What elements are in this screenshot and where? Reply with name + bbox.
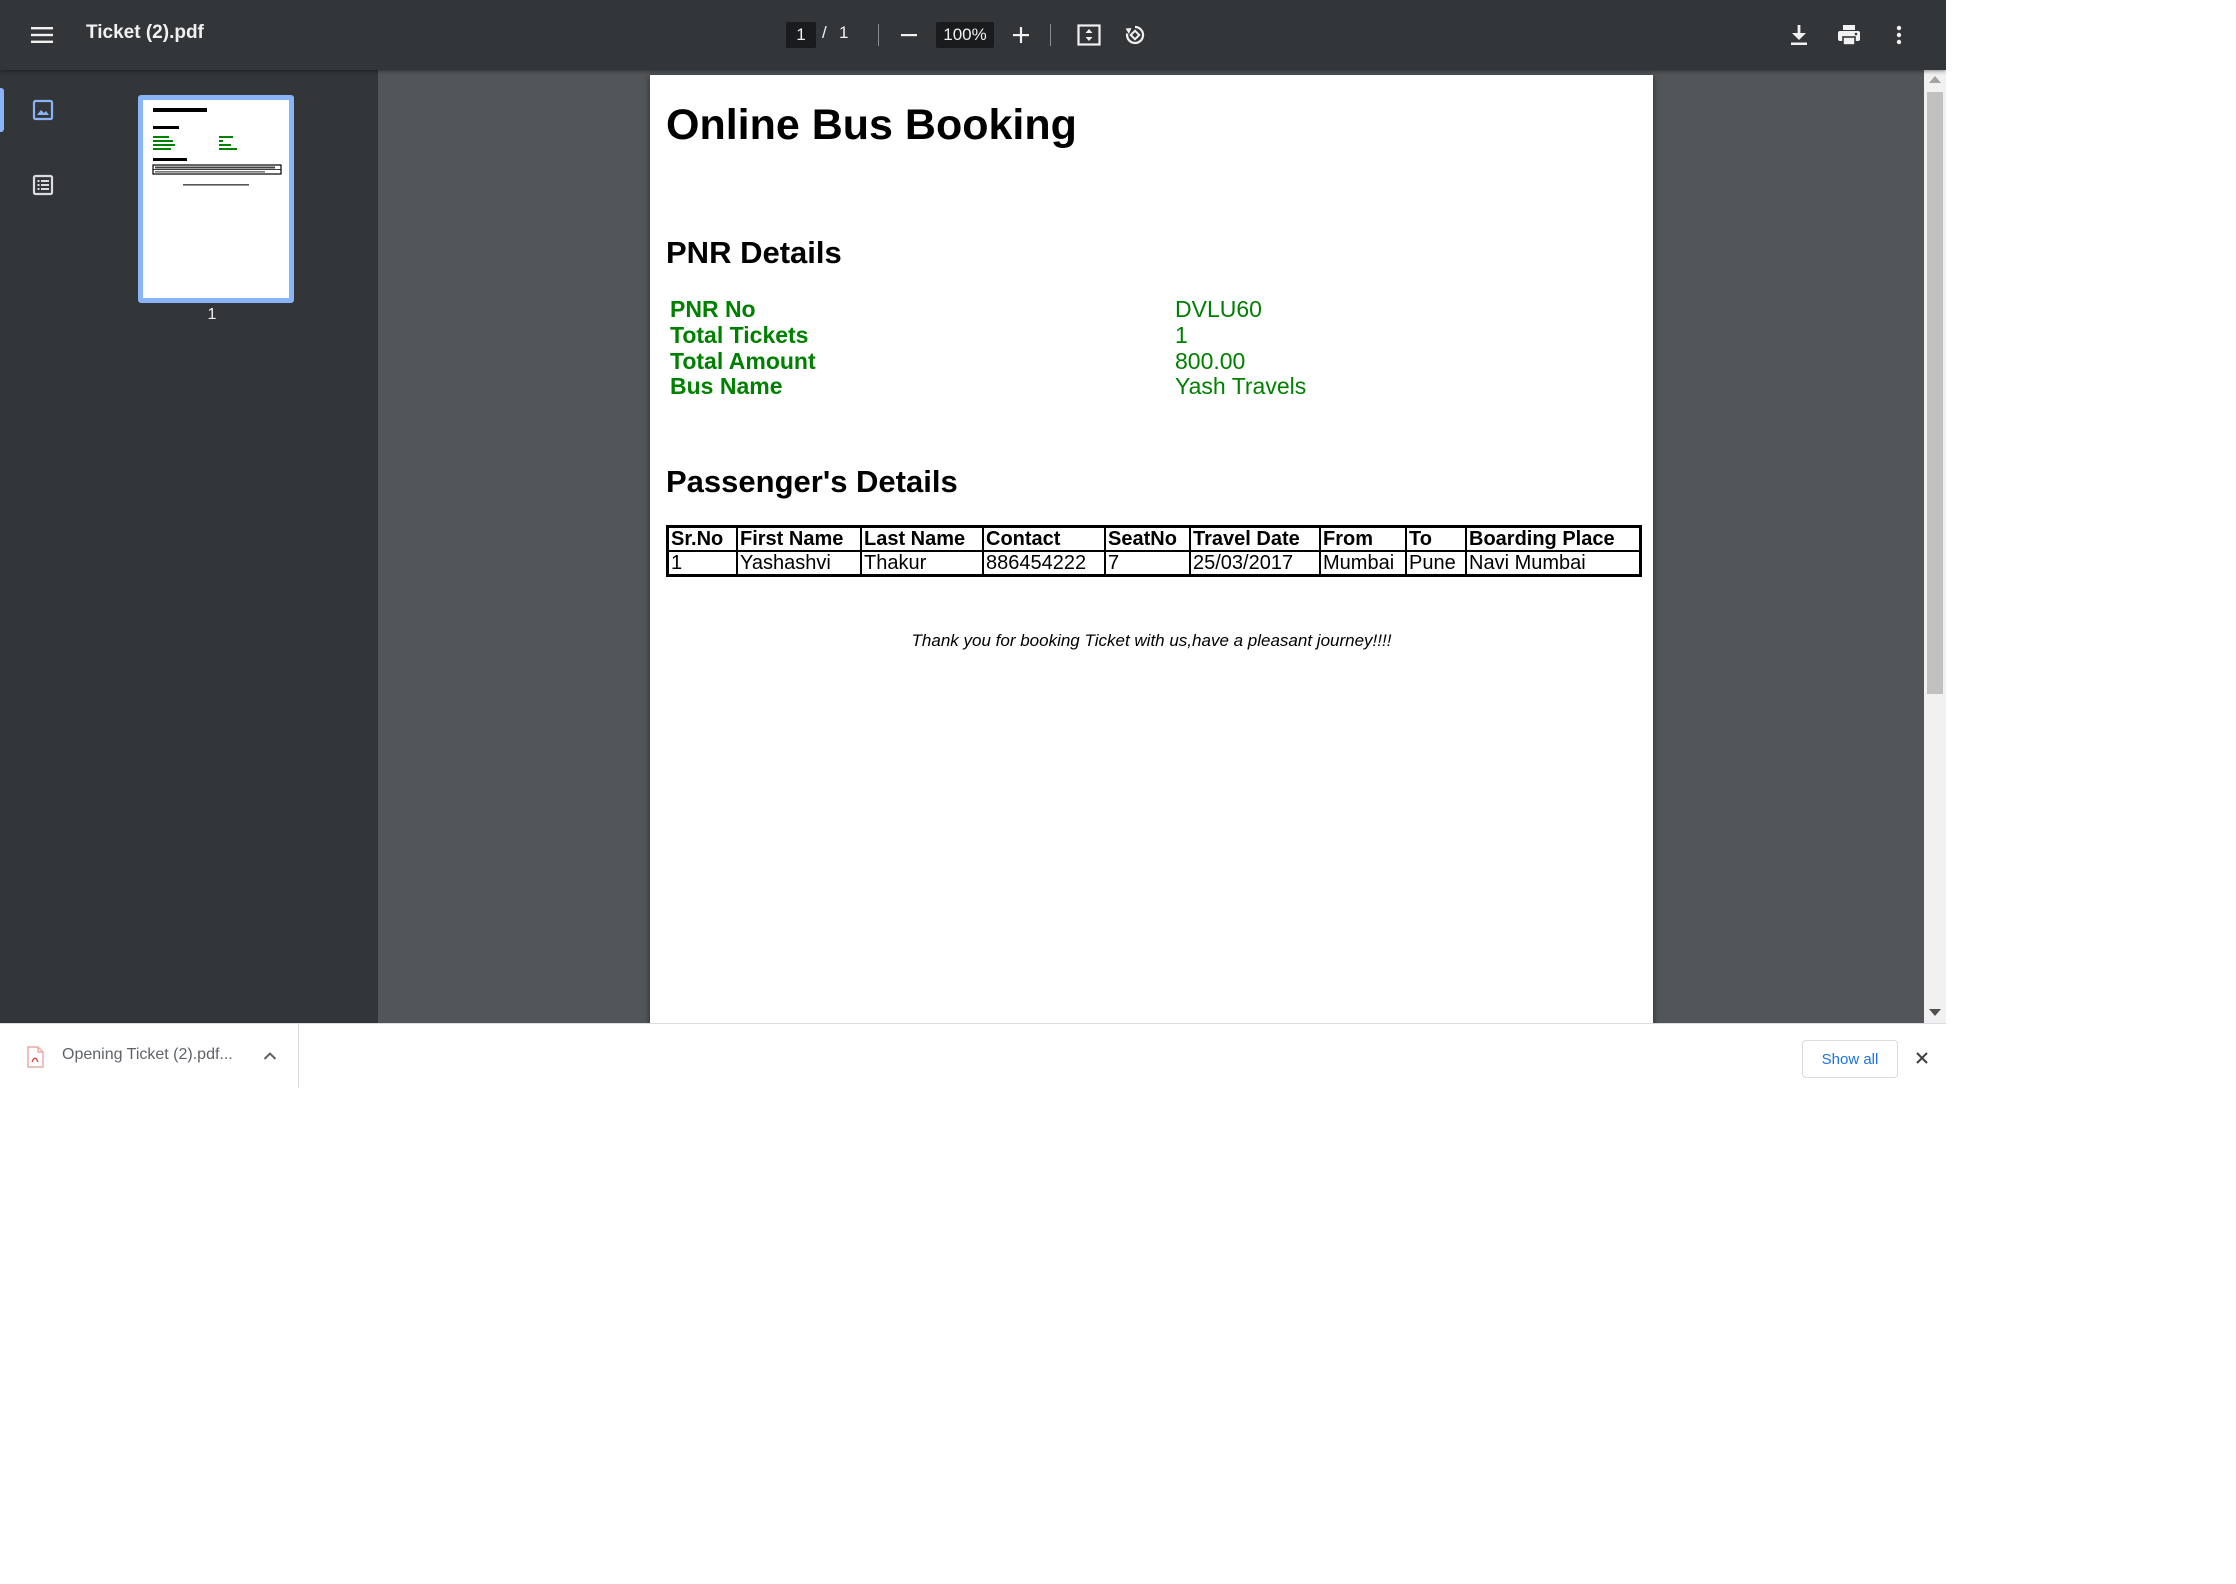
zoom-level-input[interactable]: 100% bbox=[936, 22, 994, 48]
download-item-label: Opening Ticket (2).pdf... bbox=[62, 1046, 233, 1063]
table-cell: 7 bbox=[1104, 550, 1191, 577]
table-cell: Mumbai bbox=[1319, 550, 1407, 577]
bus-name-label: Bus Name bbox=[670, 373, 783, 399]
bus-name-value: Yash Travels bbox=[1175, 373, 1307, 399]
scroll-down-arrow-icon[interactable] bbox=[1929, 1009, 1941, 1016]
column-header: Sr.No bbox=[666, 525, 738, 552]
scroll-up-arrow-icon[interactable] bbox=[1929, 76, 1941, 83]
total-amount-value: 800.00 bbox=[1175, 348, 1246, 374]
more-vert-icon[interactable] bbox=[1876, 12, 1922, 58]
pdf-page: Online Bus Booking PNR Details PNR No DV… bbox=[650, 75, 1653, 1023]
thumbnails-icon[interactable] bbox=[20, 87, 66, 133]
total-tickets-value: 1 bbox=[1175, 322, 1188, 348]
zoom-out-icon[interactable] bbox=[886, 12, 932, 58]
fit-to-page-icon[interactable] bbox=[1066, 12, 1112, 58]
active-tab-indicator bbox=[0, 88, 4, 132]
print-icon[interactable] bbox=[1826, 12, 1872, 58]
show-all-button[interactable]: Show all bbox=[1802, 1040, 1898, 1078]
toolbar-divider bbox=[1050, 24, 1051, 46]
thumbnail-sidebar: 1 bbox=[0, 70, 378, 1023]
table-cell: 25/03/2017 bbox=[1189, 550, 1321, 577]
vertical-scrollbar[interactable] bbox=[1924, 70, 1946, 1023]
zoom-in-icon[interactable] bbox=[998, 12, 1044, 58]
table-cell: Pune bbox=[1405, 550, 1467, 577]
column-header: First Name bbox=[736, 525, 862, 552]
total-amount-label: Total Amount bbox=[670, 348, 816, 374]
table-cell: Navi Mumbai bbox=[1465, 550, 1642, 577]
table-cell: Yashashvi bbox=[736, 550, 862, 577]
page-separator: / bbox=[822, 23, 827, 42]
sidebar-rail bbox=[0, 70, 86, 1023]
pnr-no-label: PNR No bbox=[670, 296, 756, 322]
page-number-input[interactable]: 1 bbox=[786, 22, 816, 48]
column-header: Travel Date bbox=[1189, 525, 1321, 552]
pdf-file-icon bbox=[26, 1046, 44, 1073]
pdf-viewer: Ticket (2).pdf 1 / 1 100% 1 Online Bus B… bbox=[0, 0, 1946, 1023]
page-thumbnail[interactable] bbox=[138, 95, 294, 303]
download-icon[interactable] bbox=[1776, 12, 1822, 58]
scrollbar-thumb[interactable] bbox=[1927, 92, 1943, 694]
chevron-up-icon[interactable] bbox=[258, 1044, 282, 1068]
column-header: Boarding Place bbox=[1465, 525, 1642, 552]
column-header: To bbox=[1405, 525, 1467, 552]
document-title: Ticket (2).pdf bbox=[86, 22, 204, 43]
toolbar-divider bbox=[878, 24, 879, 46]
thumbnail-page-number: 1 bbox=[207, 306, 217, 323]
total-tickets-label: Total Tickets bbox=[670, 322, 809, 348]
thank-you-note: Thank you for booking Ticket with us,hav… bbox=[911, 631, 1392, 650]
table-cell: Thakur bbox=[860, 550, 984, 577]
download-shelf: Opening Ticket (2).pdf... Show all bbox=[0, 1023, 1946, 1088]
passenger-table: Sr.No First Name Last Name Contact SeatN… bbox=[666, 525, 1642, 577]
column-header: Last Name bbox=[860, 525, 984, 552]
document-heading: Online Bus Booking bbox=[666, 101, 1077, 149]
menu-icon[interactable] bbox=[19, 12, 65, 58]
column-header: From bbox=[1319, 525, 1407, 552]
close-icon[interactable] bbox=[1908, 1044, 1936, 1072]
table-cell: 886454222 bbox=[982, 550, 1106, 577]
outline-icon[interactable] bbox=[20, 162, 66, 208]
table-header-row: Sr.No First Name Last Name Contact SeatN… bbox=[666, 525, 1642, 552]
pnr-details-heading: PNR Details bbox=[666, 235, 842, 270]
column-header: SeatNo bbox=[1104, 525, 1191, 552]
page-thumbnail-preview bbox=[143, 100, 289, 298]
page-total: 1 bbox=[839, 23, 849, 42]
table-cell: 1 bbox=[666, 550, 738, 577]
rotate-icon[interactable] bbox=[1112, 12, 1158, 58]
passenger-details-heading: Passenger's Details bbox=[666, 464, 958, 499]
column-header: Contact bbox=[982, 525, 1106, 552]
download-item[interactable]: Opening Ticket (2).pdf... bbox=[0, 1024, 299, 1088]
pnr-no-value: DVLU60 bbox=[1175, 296, 1262, 322]
viewer-toolbar: Ticket (2).pdf 1 / 1 100% bbox=[0, 0, 1946, 70]
table-row: 1 Yashashvi Thakur 886454222 7 25/03/201… bbox=[666, 550, 1642, 577]
